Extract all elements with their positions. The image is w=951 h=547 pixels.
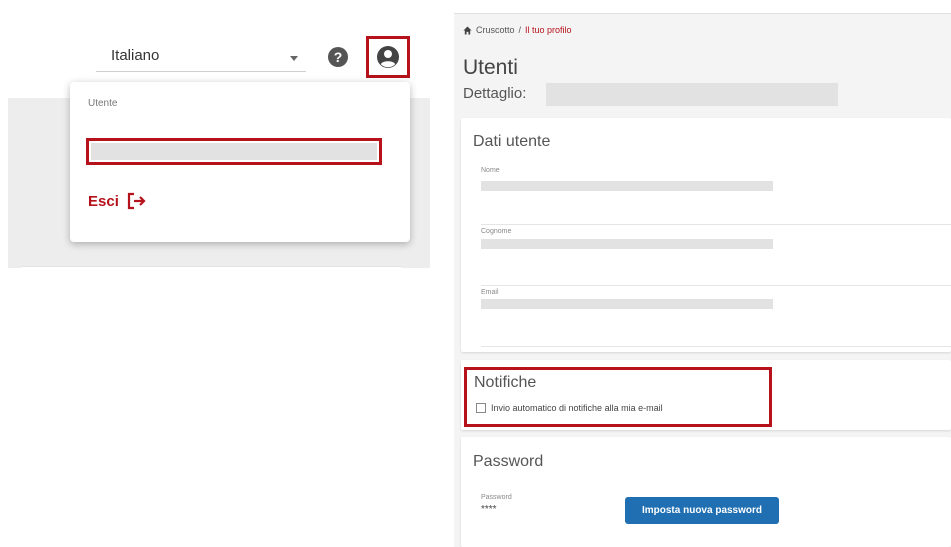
question-circle-icon: ? [328,47,348,67]
user-menu-label: Utente [88,98,118,109]
field-email: Email [481,289,951,347]
field-email-value-redacted [481,299,773,309]
user-menu-button[interactable] [366,36,410,78]
field-name-label: Nome [481,167,500,174]
set-new-password-button[interactable]: Imposta nuova password [625,497,779,524]
breadcrumb-separator: / [518,25,522,35]
field-surname-label: Cognome [481,228,512,235]
field-name: Nome [481,167,951,225]
notifications-checkbox[interactable]: Invio automatico di notifiche alla mia e… [476,403,663,413]
logout-button[interactable]: Esci [88,192,147,210]
screenshot-root: Italiano ? Utente Esci Cruscotto / Il tu… [0,0,951,547]
password-title: Password [473,453,544,470]
field-name-value-redacted [481,181,773,191]
profile-top-strip [454,0,951,14]
detail-label: Dettaglio: [463,85,527,102]
sign-out-icon [127,192,146,210]
password-value: **** [481,504,497,515]
help-button[interactable]: ? [327,46,349,68]
user-dropdown-menu: Utente Esci [70,82,410,242]
language-value: Italiano [111,47,160,64]
username-highlight [86,138,382,165]
breadcrumb-current[interactable]: Il tuo profilo [525,25,572,35]
home-icon [463,25,472,35]
field-surname: Cognome [481,228,951,286]
breadcrumb-home[interactable]: Cruscotto [476,25,515,35]
breadcrumb: Cruscotto / Il tuo profilo [463,25,572,35]
logout-label: Esci [88,192,119,210]
notifications-checkbox-label: Invio automatico di notifiche alla mia e… [491,403,663,413]
password-label: Password [481,494,512,501]
user-circle-icon [377,46,399,68]
page-title: Utenti [463,56,518,79]
language-select[interactable]: Italiano [96,42,306,72]
user-data-card: Dati utente Nome Cognome Email [461,118,951,352]
svg-text:?: ? [334,49,343,65]
field-surname-value-redacted [481,239,773,249]
password-card: Password Password **** Imposta nuova pas… [461,437,951,547]
username-redacted [91,143,377,160]
field-email-label: Email [481,289,499,296]
notifications-title: Notifiche [474,374,537,391]
content-card [21,266,401,288]
user-data-title: Dati utente [473,133,551,150]
checkbox-box[interactable] [476,403,486,413]
chevron-down-icon [290,56,298,61]
detail-value-redacted [546,83,838,106]
